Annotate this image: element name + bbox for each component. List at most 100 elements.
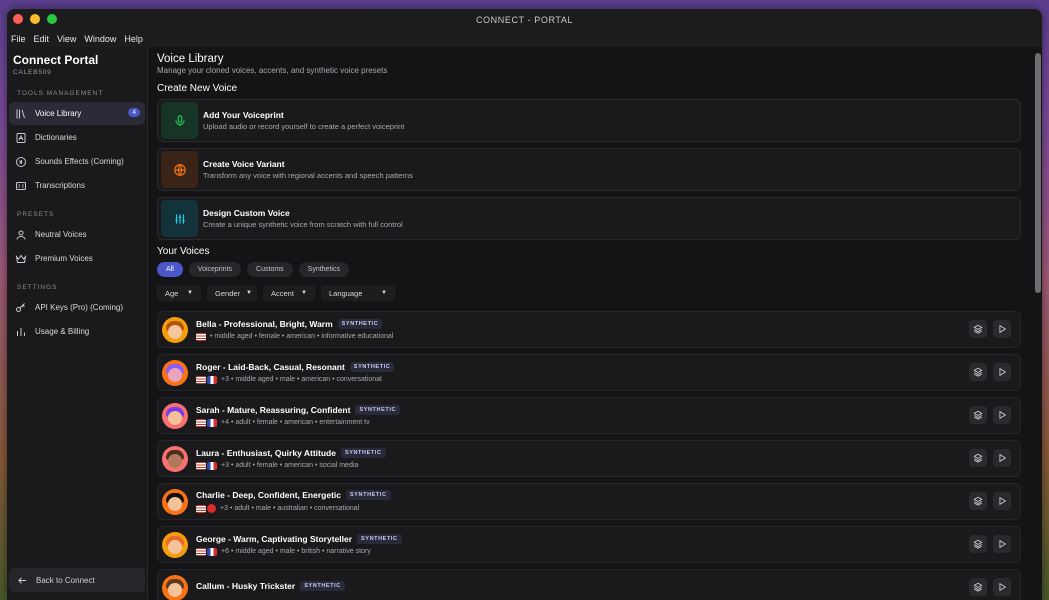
layers-button[interactable] bbox=[969, 363, 987, 381]
sidebar-item-sound-effects[interactable]: Sounds Effects (Coming) bbox=[9, 150, 145, 173]
key-icon bbox=[15, 302, 27, 314]
language-select[interactable]: Language ▼ bbox=[321, 285, 395, 301]
voice-type-tag: SYNTHETIC bbox=[346, 490, 391, 500]
avatar bbox=[162, 488, 188, 515]
design-custom-voice-card[interactable]: Design Custom Voice Create a unique synt… bbox=[157, 197, 1021, 240]
layers-icon bbox=[973, 367, 983, 377]
sidebar-item-transcriptions[interactable]: Transcriptions bbox=[9, 174, 145, 197]
window-title: CONNECT - PORTAL bbox=[475, 15, 574, 25]
voice-name: Roger - Laid-Back, Casual, Resonant bbox=[196, 361, 345, 372]
play-button[interactable] bbox=[993, 449, 1011, 467]
chip-voiceprints[interactable]: Voiceprints bbox=[188, 262, 242, 277]
flag-icon bbox=[196, 461, 206, 470]
play-button[interactable] bbox=[993, 535, 1011, 553]
chevron-down-icon: ▼ bbox=[381, 290, 387, 296]
maximize-window-button[interactable] bbox=[47, 14, 57, 24]
flag-icon bbox=[207, 418, 217, 427]
sidebar-item-dictionaries[interactable]: Dictionaries bbox=[9, 126, 145, 149]
title-bar: CONNECT - PORTAL bbox=[7, 9, 1042, 31]
voice-row[interactable]: Bella - Professional, Bright, Warm SYNTHE… bbox=[157, 311, 1021, 348]
avatar bbox=[162, 316, 188, 343]
sidebar-item-premium-voices[interactable]: Premium Voices bbox=[9, 247, 145, 270]
sidebar-item-label: Premium Voices bbox=[35, 254, 93, 263]
voice-meta: • middle aged • female • american • info… bbox=[210, 333, 394, 340]
voice-type-tag: SYNTHETIC bbox=[340, 447, 386, 458]
caption-icon bbox=[15, 180, 27, 192]
card-description: Upload audio or record yourself to creat… bbox=[203, 122, 405, 131]
voice-row[interactable]: Charlie - Deep, Confident, Energetic SYNT… bbox=[157, 483, 1021, 520]
chip-synthetics[interactable]: Synthetics bbox=[298, 262, 349, 277]
voice-type-filter: All Voiceprints Customs Synthetics bbox=[157, 262, 1032, 277]
play-button[interactable] bbox=[993, 320, 1011, 338]
voice-name: Sarah - Mature, Reassuring, Confident bbox=[196, 404, 351, 415]
card-title: Create Voice Variant bbox=[203, 159, 285, 169]
close-window-button[interactable] bbox=[13, 14, 23, 24]
menu-file[interactable]: File bbox=[11, 34, 26, 44]
back-to-connect-button[interactable]: Back to Connect bbox=[9, 568, 145, 592]
voice-type-tag: SYNTHETIC bbox=[355, 404, 401, 415]
avatar bbox=[162, 359, 188, 386]
flag-icon bbox=[196, 547, 206, 556]
play-button[interactable] bbox=[993, 363, 1011, 381]
layers-icon bbox=[973, 539, 983, 549]
menu-window[interactable]: Window bbox=[84, 34, 116, 44]
voice-row[interactable]: Roger - Laid-Back, Casual, Resonant SYNTH… bbox=[157, 354, 1021, 391]
layers-button[interactable] bbox=[969, 578, 987, 596]
play-icon bbox=[999, 582, 1007, 592]
microphone-icon bbox=[161, 102, 198, 139]
play-button[interactable] bbox=[993, 492, 1011, 510]
sidebar-item-neutral-voices[interactable]: Neutral Voices bbox=[9, 223, 145, 246]
voice-row[interactable]: Sarah - Mature, Reassuring, Confident SYN… bbox=[157, 397, 1021, 434]
bar-chart-icon bbox=[15, 326, 27, 338]
gender-select[interactable]: Gender ▼ bbox=[207, 285, 257, 301]
user-icon bbox=[15, 229, 27, 241]
play-button[interactable] bbox=[993, 578, 1011, 596]
sidebar-item-label: Dictionaries bbox=[35, 133, 77, 142]
voice-name: Laura - Enthusiast, Quirky Attitude bbox=[196, 447, 336, 458]
more-languages: +3 bbox=[221, 462, 229, 469]
scrollbar-thumb[interactable] bbox=[1035, 53, 1041, 293]
create-voice-variant-card[interactable]: Create Voice Variant Transform any voice… bbox=[157, 148, 1021, 191]
age-select[interactable]: Age ▼ bbox=[157, 285, 201, 301]
scrollbar[interactable] bbox=[1035, 49, 1041, 597]
menu-edit[interactable]: Edit bbox=[34, 34, 50, 44]
layers-button[interactable] bbox=[969, 406, 987, 424]
sidebar-item-label: Usage & Billing bbox=[35, 327, 90, 336]
accent-select[interactable]: Accent ▼ bbox=[263, 285, 315, 301]
voice-meta: • adult • female • american • entertainm… bbox=[230, 419, 370, 426]
voice-type-tag: SYNTHETIC bbox=[349, 361, 395, 372]
flag-icon bbox=[196, 418, 206, 427]
menu-view[interactable]: View bbox=[57, 34, 76, 44]
voice-meta: • middle aged • male • american • conver… bbox=[230, 376, 382, 383]
create-section-title: Create New Voice bbox=[157, 83, 238, 94]
layers-button[interactable] bbox=[969, 449, 987, 467]
voice-name: George - Warm, Captivating Storyteller bbox=[196, 533, 353, 544]
layers-button[interactable] bbox=[969, 535, 987, 553]
layers-button[interactable] bbox=[969, 320, 987, 338]
layers-button[interactable] bbox=[969, 492, 987, 510]
brand-title: Connect Portal bbox=[13, 53, 99, 67]
layers-icon bbox=[973, 410, 983, 420]
add-voiceprint-card[interactable]: Add Your Voiceprint Upload audio or reco… bbox=[157, 99, 1021, 142]
sidebar-item-label: Sounds Effects (Coming) bbox=[35, 157, 124, 166]
sidebar: Connect Portal CALEB509 TOOLS MANAGEMENT… bbox=[7, 47, 148, 600]
sidebar-item-usage-billing[interactable]: Usage & Billing bbox=[9, 320, 145, 343]
layers-icon bbox=[973, 324, 983, 334]
chip-customs[interactable]: Customs bbox=[247, 262, 293, 277]
more-languages: +3 bbox=[221, 376, 229, 383]
sidebar-item-voice-library[interactable]: Voice Library 4 bbox=[9, 102, 145, 125]
minimize-window-button[interactable] bbox=[30, 14, 40, 24]
chip-all[interactable]: All bbox=[157, 262, 183, 277]
card-title: Add Your Voiceprint bbox=[203, 110, 284, 120]
sidebar-item-api-keys[interactable]: API Keys (Pro) (Coming) bbox=[9, 296, 145, 319]
voice-row[interactable]: George - Warm, Captivating Storyteller SY… bbox=[157, 526, 1021, 563]
voice-meta: • adult • male • australian • conversati… bbox=[229, 505, 360, 512]
voice-row[interactable]: Laura - Enthusiast, Quirky Attitude SYNTH… bbox=[157, 440, 1021, 477]
voice-row[interactable]: Callum - Husky Trickster SYNTHETIC bbox=[157, 569, 1021, 600]
library-icon bbox=[15, 108, 27, 120]
chevron-down-icon: ▼ bbox=[301, 290, 307, 296]
flag-icon bbox=[196, 375, 206, 384]
menu-help[interactable]: Help bbox=[124, 34, 143, 44]
play-button[interactable] bbox=[993, 406, 1011, 424]
arrow-left-icon bbox=[17, 575, 28, 586]
